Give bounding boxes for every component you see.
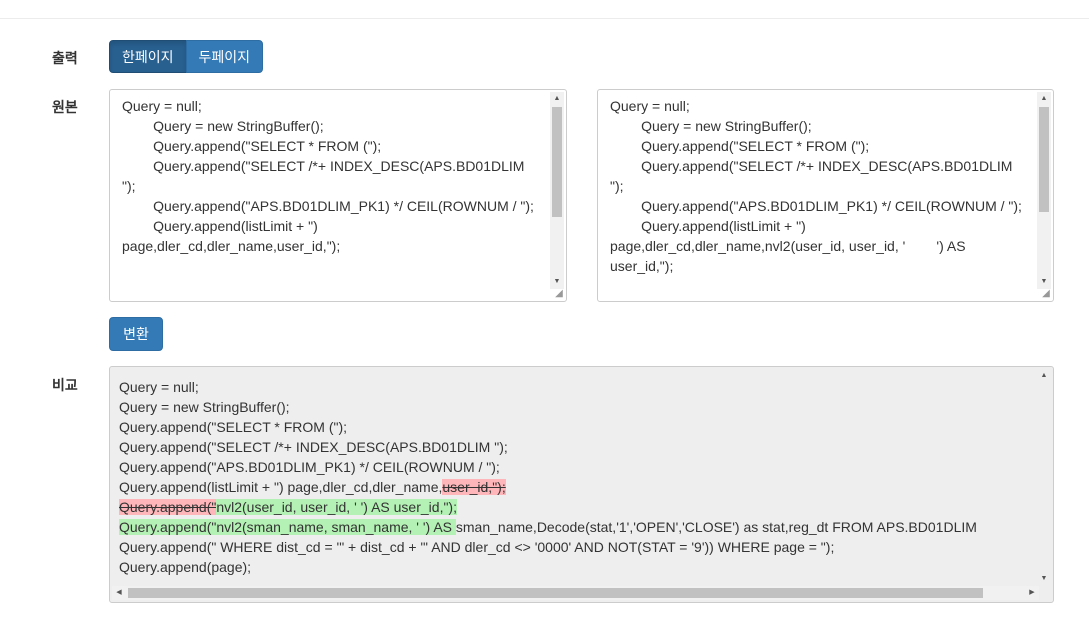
- unchanged-text: Query = null;: [119, 379, 199, 395]
- scroll-down-icon[interactable]: ▼: [1037, 275, 1051, 289]
- diff-line: Query.append("SELECT /*+ INDEX_DESC(APS.…: [119, 437, 1033, 457]
- scroll-up-icon[interactable]: ▲: [550, 92, 564, 106]
- convert-button[interactable]: 변환: [109, 317, 163, 351]
- scroll-thumb[interactable]: [1039, 107, 1049, 212]
- unchanged-text: Query = new StringBuffer();: [119, 399, 290, 415]
- diff-line: Query.append("nvl2(sman_name, sman_name,…: [119, 517, 1033, 537]
- scroll-up-icon[interactable]: ▲: [1037, 92, 1051, 106]
- scroll-thumb[interactable]: [552, 107, 562, 217]
- scroll-up-icon[interactable]: ▲: [1037, 369, 1051, 383]
- deleted-text: user_id,");: [442, 479, 506, 495]
- original-left-textarea[interactable]: Query = null; Query = new StringBuffer()…: [109, 89, 567, 302]
- original-label: 원본: [52, 99, 78, 115]
- two-page-button[interactable]: 두페이지: [185, 40, 264, 73]
- compare-horizontal-scrollbar[interactable]: ◀ ▶: [112, 586, 1039, 600]
- right-vertical-scrollbar[interactable]: ▲ ▼: [1037, 92, 1051, 289]
- resize-grip-icon[interactable]: ◢: [1041, 289, 1051, 299]
- unchanged-text: sman_name,Decode(stat,'1','OPEN','CLOSE'…: [455, 519, 977, 535]
- top-divider: [0, 18, 1089, 19]
- unchanged-text: Query.append(" WHERE dist_cd = '" + dist…: [119, 539, 835, 555]
- scroll-down-icon[interactable]: ▼: [550, 275, 564, 289]
- compare-output-panel: Query = null; Query = new StringBuffer();…: [109, 366, 1054, 603]
- unchanged-text: Query.append("SELECT /*+ INDEX_DESC(APS.…: [119, 439, 508, 455]
- inserted-text: Query.append("nvl2(sman_name, sman_name,…: [119, 519, 456, 535]
- unchanged-text: Query.append(page);: [119, 559, 252, 575]
- diff-line: Query.append(listLimit + ") page,dler_cd…: [119, 477, 1033, 497]
- compare-vertical-scrollbar[interactable]: ▲ ▼: [1037, 369, 1051, 586]
- diff-lines: Query = null; Query = new StringBuffer();…: [119, 377, 1033, 577]
- diff-line: Query = new StringBuffer();: [119, 397, 1033, 417]
- original-left-text: Query = null; Query = new StringBuffer()…: [122, 98, 534, 254]
- inserted-text: nvl2(user_id, user_id, ' ') AS user_id,"…: [216, 499, 457, 515]
- one-page-button[interactable]: 한페이지: [109, 40, 187, 73]
- diff-line: Query = null;: [119, 377, 1033, 397]
- original-right-text: Query = null; Query = new StringBuffer()…: [610, 98, 1022, 274]
- diff-line: Query.append("nvl2(user_id, user_id, ' '…: [119, 497, 1033, 517]
- output-label: 출력: [52, 50, 78, 66]
- compare-label: 비교: [52, 377, 78, 393]
- original-right-textarea[interactable]: Query = null; Query = new StringBuffer()…: [597, 89, 1054, 302]
- deleted-text: Query.append(": [119, 499, 217, 515]
- scroll-thumb[interactable]: [128, 588, 983, 598]
- scroll-down-icon[interactable]: ▼: [1037, 572, 1051, 586]
- diff-line: Query.append(" WHERE dist_cd = '" + dist…: [119, 537, 1033, 557]
- resize-grip-icon[interactable]: ◢: [554, 289, 564, 299]
- scroll-left-icon[interactable]: ◀: [112, 586, 126, 600]
- unchanged-text: Query.append("SELECT * FROM (");: [119, 419, 348, 435]
- unchanged-text: Query.append(listLimit + ") page,dler_cd…: [119, 479, 443, 495]
- unchanged-text: Query.append("APS.BD01DLIM_PK1) */ CEIL(…: [119, 459, 500, 475]
- diff-line: Query.append("SELECT * FROM (");: [119, 417, 1033, 437]
- left-vertical-scrollbar[interactable]: ▲ ▼: [550, 92, 564, 289]
- diff-line: Query.append(page);: [119, 557, 1033, 577]
- scroll-right-icon[interactable]: ▶: [1025, 586, 1039, 600]
- output-toggle-group: 한페이지 두페이지: [109, 40, 264, 73]
- diff-line: Query.append("APS.BD01DLIM_PK1) */ CEIL(…: [119, 457, 1033, 477]
